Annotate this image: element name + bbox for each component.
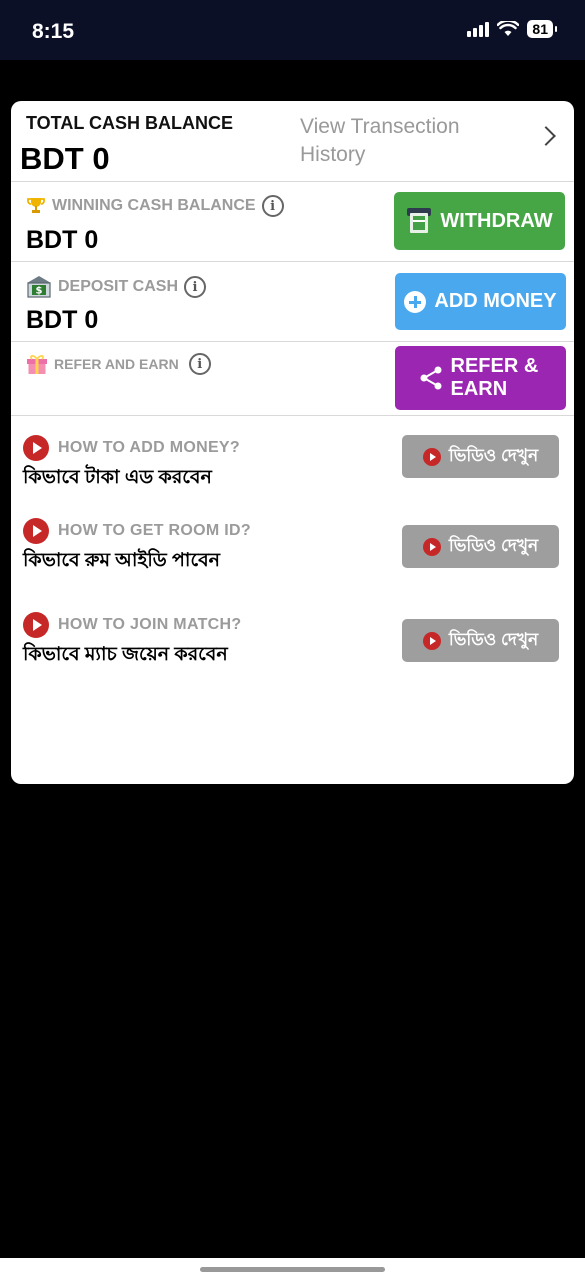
wallet-card: TOTAL CASH BALANCE BDT 0 View Transectio… [11, 101, 574, 784]
refer-earn-button-label: REFER & EARN [450, 355, 539, 400]
info-icon[interactable]: i [188, 353, 211, 375]
tutorial-header: HOW TO GET ROOM ID? [23, 518, 251, 544]
wifi-icon [497, 21, 520, 36]
view-history-link[interactable]: View Transection History [300, 113, 520, 169]
deposit-cash-header: $ DEPOSIT CASH i [26, 275, 207, 299]
home-indicator[interactable] [200, 1267, 385, 1272]
tutorial-subtitle: কিভাবে রুম আইডি পাবেন [23, 550, 220, 571]
status-time: 8:15 [32, 20, 75, 43]
total-balance-row: TOTAL CASH BALANCE BDT 0 View Transectio… [11, 101, 574, 182]
tutorial-subtitle: কিভাবে টাকা এড করবেন [23, 467, 212, 488]
add-money-button[interactable]: ADD MONEY [395, 273, 566, 330]
cellular-signal-icon [467, 21, 490, 37]
atm-icon [407, 208, 432, 233]
tutorial-header: HOW TO ADD MONEY? [23, 435, 240, 461]
gift-icon [27, 355, 47, 374]
bank-icon: $ [27, 276, 51, 298]
watch-video-label: ভিডিও দেখুন [448, 445, 539, 465]
total-balance-label: TOTAL CASH BALANCE [26, 113, 233, 133]
chevron-right-icon[interactable] [536, 126, 556, 146]
watch-video-button[interactable]: ভিডিও দেখুন [402, 435, 559, 478]
winning-balance-value: BDT 0 [26, 226, 99, 254]
total-balance-value: BDT 0 [20, 141, 110, 176]
deposit-cash-row: $ DEPOSIT CASH i BDT 0 ADD MONEY [11, 262, 574, 342]
play-icon [23, 518, 49, 544]
play-icon [422, 447, 441, 466]
tutorial-title: HOW TO GET ROOM ID? [58, 522, 251, 539]
info-icon[interactable]: i [184, 276, 207, 298]
winning-balance-row: WINNING CASH BALANCE i BDT 0 WITHDRAW [11, 182, 574, 262]
play-icon [422, 631, 441, 650]
winning-balance-label: WINNING CASH BALANCE [52, 197, 256, 214]
tutorial-title: HOW TO ADD MONEY? [58, 439, 240, 456]
play-icon [422, 537, 441, 556]
deposit-cash-value: BDT 0 [26, 306, 99, 334]
withdraw-button[interactable]: WITHDRAW [394, 192, 565, 250]
info-icon[interactable]: i [261, 195, 284, 217]
status-bar: 8:15 81 [0, 0, 585, 60]
refer-earn-button[interactable]: REFER & EARN [395, 346, 566, 410]
battery-icon: 81 [527, 20, 557, 38]
play-icon [23, 435, 49, 461]
status-indicators: 81 [467, 20, 557, 38]
watch-video-button[interactable]: ভিডিও দেখুন [402, 619, 559, 662]
refer-earn-header: REFER AND EARN i [26, 353, 211, 375]
tutorial-item: HOW TO GET ROOM ID? কিভাবে রুম আইডি পাবে… [11, 518, 574, 578]
watch-video-label: ভিডিও দেখুন [448, 629, 539, 649]
winning-balance-header: WINNING CASH BALANCE i [26, 195, 284, 217]
refer-earn-label: REFER AND EARN [54, 356, 179, 372]
tutorial-header: HOW TO JOIN MATCH? [23, 612, 241, 638]
play-icon [23, 612, 49, 638]
tutorial-item: HOW TO ADD MONEY? কিভাবে টাকা এড করবেন ভ… [11, 435, 574, 495]
trophy-icon [27, 198, 45, 213]
withdraw-label: WITHDRAW [440, 209, 553, 232]
add-money-label: ADD MONEY [434, 290, 557, 312]
svg-text:$: $ [36, 286, 43, 297]
deposit-cash-label: DEPOSIT CASH [58, 278, 179, 295]
refer-earn-row: REFER AND EARN i REFER & EARN [11, 342, 574, 416]
tutorial-item: HOW TO JOIN MATCH? কিভাবে ম্যাচ জয়েন কর… [11, 612, 574, 672]
plus-circle-icon [404, 290, 427, 313]
tutorial-title: HOW TO JOIN MATCH? [58, 616, 242, 633]
watch-video-button[interactable]: ভিডিও দেখুন [402, 525, 559, 568]
watch-video-label: ভিডিও দেখুন [448, 535, 539, 555]
share-icon [420, 366, 441, 390]
home-indicator-area [0, 1258, 585, 1280]
tutorial-subtitle: কিভাবে ম্যাচ জয়েন করবেন [23, 644, 228, 665]
